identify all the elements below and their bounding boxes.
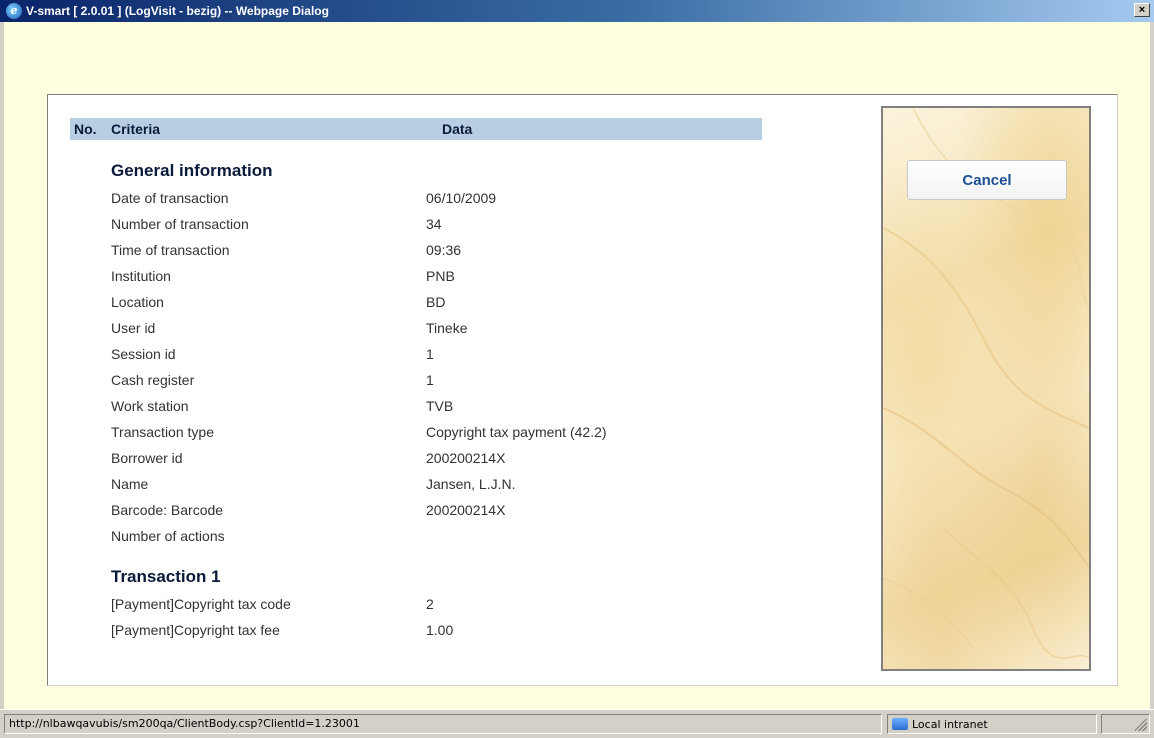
row-label: Transaction type — [111, 424, 214, 440]
row-value: 1 — [426, 372, 434, 388]
row-value: 200200214X — [426, 450, 506, 466]
row-label: Date of transaction — [111, 190, 229, 206]
intranet-zone-icon — [892, 718, 908, 730]
row-label: User id — [111, 320, 156, 336]
row-label: [Payment]Copyright tax code — [111, 596, 291, 612]
row-value: PNB — [426, 268, 455, 284]
row-value: 1.00 — [426, 622, 454, 638]
title-bar[interactable]: e V-smart [ 2.0.01 ] (LogVisit - bezig) … — [0, 0, 1154, 22]
resize-area — [1101, 714, 1150, 734]
row-value: TVB — [426, 398, 454, 414]
cancel-button[interactable]: Cancel — [907, 160, 1067, 200]
row-value: 1 — [426, 346, 434, 362]
resize-grip-icon[interactable] — [1135, 719, 1147, 731]
row-value: Tineke — [426, 320, 468, 336]
row-label: Cash register — [111, 372, 195, 388]
security-zone[interactable]: Local intranet — [887, 714, 1097, 734]
row-label: Name — [111, 476, 149, 492]
header-no: No. — [74, 121, 97, 137]
close-button[interactable]: × — [1134, 3, 1150, 17]
header-criteria: Criteria — [111, 121, 161, 137]
section-heading-general: General information — [111, 161, 273, 180]
row-label: Institution — [111, 268, 171, 284]
status-url: http://nlbawqavubis/sm200qa/ClientBody.c… — [4, 714, 882, 734]
row-value: 09:36 — [426, 242, 462, 258]
status-bar: http://nlbawqavubis/sm200qa/ClientBody.c… — [0, 709, 1154, 738]
row-label: Time of transaction — [111, 242, 230, 258]
row-label: Borrower id — [111, 450, 183, 466]
row-label: Work station — [111, 398, 189, 414]
row-label: Number of actions — [111, 528, 225, 544]
row-label: Session id — [111, 346, 176, 362]
row-label: Number of transaction — [111, 216, 249, 232]
row-value: Copyright tax payment (42.2) — [426, 424, 607, 440]
row-value: Jansen, L.J.N. — [426, 476, 516, 492]
row-value: 2 — [426, 596, 434, 612]
dialog-body: No. Criteria Data General information Da… — [0, 22, 1154, 709]
row-value: BD — [426, 294, 446, 310]
row-value: 200200214X — [426, 502, 506, 518]
ie-icon: e — [6, 3, 22, 19]
row-label: Location — [111, 294, 164, 310]
zone-label: Local intranet — [912, 717, 988, 731]
row-label: Barcode: Barcode — [111, 502, 224, 518]
row-value: 06/10/2009 — [426, 190, 497, 206]
row-label: [Payment]Copyright tax fee — [111, 622, 280, 638]
header-data: Data — [442, 121, 473, 137]
row-value: 34 — [426, 216, 442, 232]
table-header: No. Criteria Data — [70, 118, 762, 140]
window-title: V-smart [ 2.0.01 ] (LogVisit - bezig) --… — [26, 4, 329, 18]
action-panel: Cancel — [881, 106, 1091, 671]
section-heading-transaction: Transaction 1 — [111, 567, 221, 586]
